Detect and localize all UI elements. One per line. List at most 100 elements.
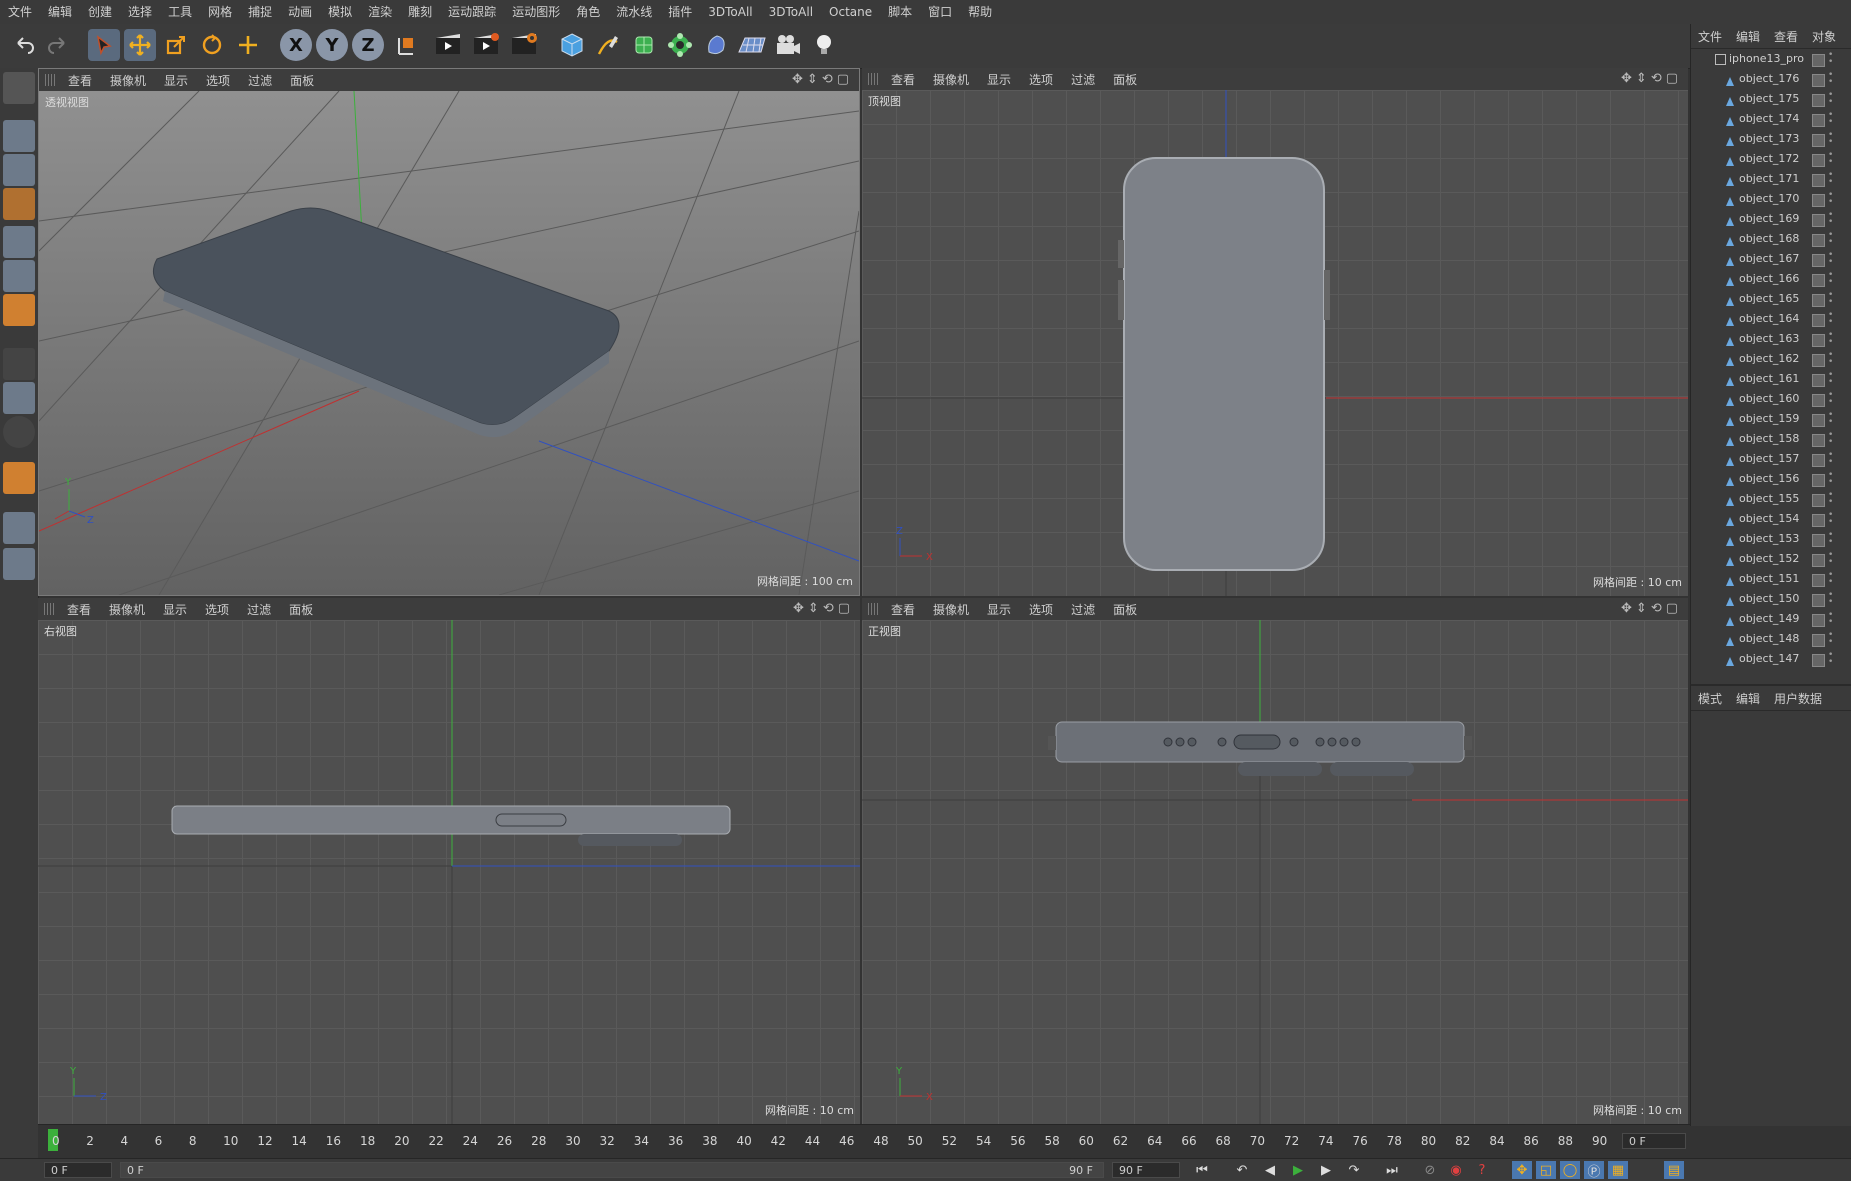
scale-tool-icon[interactable] xyxy=(160,29,192,61)
axis-z-button[interactable]: Z xyxy=(352,29,384,61)
lock-workplane-icon[interactable] xyxy=(3,512,35,544)
object-row[interactable]: object_152 • • xyxy=(1691,549,1851,569)
menu-display[interactable]: 显示 xyxy=(154,601,196,618)
polygons-mode-icon[interactable] xyxy=(3,294,35,326)
menu-camera[interactable]: 摄像机 xyxy=(101,72,155,89)
menu-filter[interactable]: 过滤 xyxy=(239,72,281,89)
render-dots-icon[interactable]: • • xyxy=(1828,431,1833,447)
render-settings-icon[interactable] xyxy=(508,29,540,61)
object-row[interactable]: object_151 • • xyxy=(1691,569,1851,589)
magnet-icon[interactable] xyxy=(3,462,35,494)
go-to-end-icon[interactable]: ⏭ xyxy=(1382,1161,1402,1179)
object-row[interactable]: object_158 • • xyxy=(1691,429,1851,449)
next-key-icon[interactable]: ↷ xyxy=(1344,1161,1364,1179)
planar-workplane-icon[interactable] xyxy=(3,548,35,580)
render-dots-icon[interactable]: • • xyxy=(1828,51,1833,67)
object-root-row[interactable]: iphone13_pro • • xyxy=(1691,49,1851,69)
object-row[interactable]: object_159 • • xyxy=(1691,409,1851,429)
object-row[interactable]: object_164 • • xyxy=(1691,309,1851,329)
texture-mode-icon[interactable] xyxy=(3,154,35,186)
menu-objects[interactable]: 对象 xyxy=(1805,28,1843,45)
render-dots-icon[interactable]: • • xyxy=(1828,471,1833,487)
render-dots-icon[interactable]: • • xyxy=(1828,211,1833,227)
menu-display[interactable]: 显示 xyxy=(978,601,1020,618)
object-row[interactable]: object_174 • • xyxy=(1691,109,1851,129)
object-row[interactable]: object_161 • • xyxy=(1691,369,1851,389)
deformer-icon[interactable] xyxy=(700,29,732,61)
menu-item[interactable]: 选择 xyxy=(120,0,160,24)
top-viewport[interactable]: 查看 摄像机 显示 选项 过滤 面板 ✥⇕⟲▢ ZX 顶视图 网格间距 : 10… xyxy=(862,68,1688,596)
render-dots-icon[interactable]: • • xyxy=(1828,551,1833,567)
key-position-icon[interactable]: ✥ xyxy=(1512,1161,1532,1179)
menu-camera[interactable]: 摄像机 xyxy=(100,601,154,618)
object-row[interactable]: object_173 • • xyxy=(1691,129,1851,149)
viewport-canvas[interactable]: ZX xyxy=(862,90,1688,596)
object-row[interactable]: object_170 • • xyxy=(1691,189,1851,209)
viewport-canvas[interactable]: YX xyxy=(862,620,1688,1124)
menu-filter[interactable]: 过滤 xyxy=(238,601,280,618)
visibility-toggle[interactable] xyxy=(1812,414,1825,427)
menu-item[interactable]: 捕捉 xyxy=(240,0,280,24)
menu-mode[interactable]: 模式 xyxy=(1691,690,1729,707)
object-row[interactable]: object_172 • • xyxy=(1691,149,1851,169)
menu-display[interactable]: 显示 xyxy=(155,72,197,89)
menu-edit[interactable]: 编辑 xyxy=(1729,28,1767,45)
axis-mode-icon[interactable] xyxy=(3,348,35,380)
grip-handle[interactable] xyxy=(44,603,54,615)
menu-item[interactable]: 3DToAll xyxy=(761,0,821,24)
grip-handle[interactable] xyxy=(868,603,878,615)
object-row[interactable]: object_155 • • xyxy=(1691,489,1851,509)
object-row[interactable]: object_176 • • xyxy=(1691,69,1851,89)
tweak-mode-icon[interactable] xyxy=(3,382,35,414)
viewport-navigation-icon[interactable]: ✥⇕⟲▢ xyxy=(792,72,853,87)
menu-camera[interactable]: 摄像机 xyxy=(924,601,978,618)
menu-item[interactable]: 雕刻 xyxy=(400,0,440,24)
menu-item[interactable]: 动画 xyxy=(280,0,320,24)
previous-key-icon[interactable]: ↶ xyxy=(1232,1161,1252,1179)
render-dots-icon[interactable]: • • xyxy=(1828,91,1833,107)
floor-icon[interactable] xyxy=(736,29,768,61)
render-dots-icon[interactable]: • • xyxy=(1828,111,1833,127)
edges-mode-icon[interactable] xyxy=(3,260,35,292)
menu-item[interactable]: 工具 xyxy=(160,0,200,24)
menu-item[interactable]: 运动图形 xyxy=(504,0,568,24)
key-pla-icon[interactable]: ▦ xyxy=(1608,1161,1628,1179)
menu-view[interactable]: 查看 xyxy=(58,601,100,618)
menu-item[interactable]: 文件 xyxy=(0,0,40,24)
render-dots-icon[interactable]: • • xyxy=(1828,271,1833,287)
menu-item[interactable]: 帮助 xyxy=(960,0,1000,24)
visibility-toggle[interactable] xyxy=(1812,374,1825,387)
right-viewport[interactable]: 查看 摄像机 显示 选项 过滤 面板 ✥⇕⟲▢ YZ 右视图 网格间距 : 10… xyxy=(38,598,860,1124)
move-tool-icon[interactable] xyxy=(124,29,156,61)
object-row[interactable]: object_160 • • xyxy=(1691,389,1851,409)
visibility-toggle[interactable] xyxy=(1812,274,1825,287)
visibility-toggle[interactable] xyxy=(1812,234,1825,247)
visibility-toggle[interactable] xyxy=(1812,434,1825,447)
visibility-toggle[interactable] xyxy=(1812,394,1825,407)
viewport-navigation-icon[interactable]: ✥⇕⟲▢ xyxy=(1621,71,1682,86)
cloner-icon[interactable] xyxy=(664,29,696,61)
menu-panel[interactable]: 面板 xyxy=(280,601,322,618)
object-row[interactable]: object_149 • • xyxy=(1691,609,1851,629)
object-row[interactable]: object_167 • • xyxy=(1691,249,1851,269)
coordinate-system-icon[interactable] xyxy=(390,29,422,61)
render-dots-icon[interactable]: • • xyxy=(1828,331,1833,347)
menu-filter[interactable]: 过滤 xyxy=(1062,601,1104,618)
menu-camera[interactable]: 摄像机 xyxy=(924,71,978,88)
record-active-icon[interactable]: ◉ xyxy=(1446,1161,1466,1179)
play-icon[interactable]: ▶ xyxy=(1288,1161,1308,1179)
menu-item[interactable]: Octane xyxy=(821,0,880,24)
undo-icon[interactable] xyxy=(8,29,40,61)
menu-item[interactable]: 流水线 xyxy=(608,0,660,24)
render-dots-icon[interactable]: • • xyxy=(1828,511,1833,527)
visibility-toggle[interactable] xyxy=(1812,574,1825,587)
current-frame-field[interactable]: 0 F xyxy=(1622,1133,1686,1149)
render-dots-icon[interactable]: • • xyxy=(1828,651,1833,667)
menu-view[interactable]: 查看 xyxy=(882,601,924,618)
transform-tool-icon[interactable] xyxy=(232,29,264,61)
visibility-toggle[interactable] xyxy=(1812,214,1825,227)
cube-primitive-icon[interactable] xyxy=(556,29,588,61)
menu-item[interactable]: 脚本 xyxy=(880,0,920,24)
menu-display[interactable]: 显示 xyxy=(978,71,1020,88)
visibility-toggle[interactable] xyxy=(1812,94,1825,107)
